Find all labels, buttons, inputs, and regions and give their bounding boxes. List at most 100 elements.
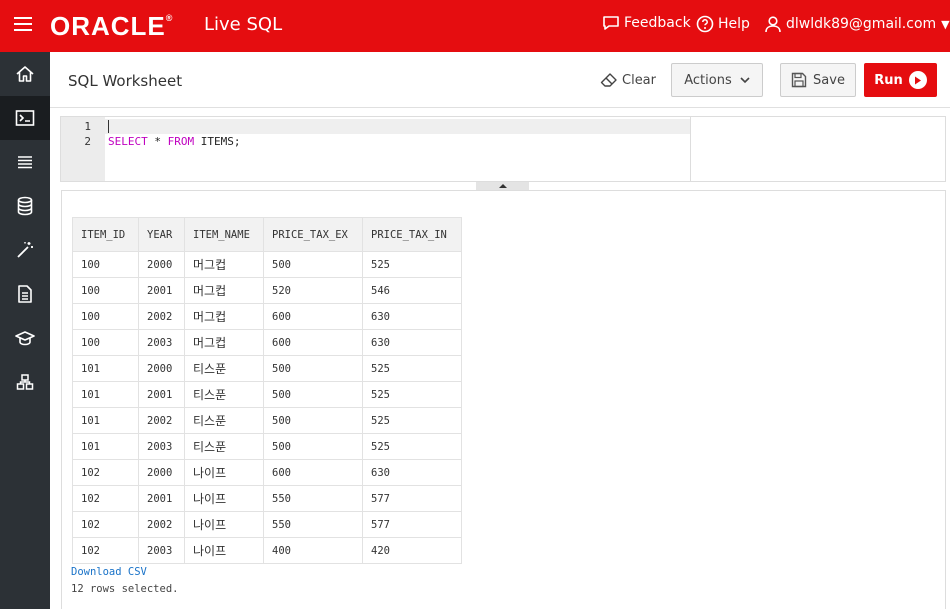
- table-cell: 600: [263, 303, 363, 330]
- eraser-icon: [600, 73, 617, 87]
- table-row: 101 2003 티스푼 500 525: [72, 433, 462, 460]
- chevron-down-icon: [740, 77, 750, 84]
- hamburger-menu-icon[interactable]: [14, 17, 32, 31]
- table-cell: 나이프: [184, 459, 264, 486]
- sidebar: [0, 52, 50, 609]
- sidebar-item-list[interactable]: [0, 140, 50, 184]
- table-cell: 100: [72, 303, 139, 330]
- help-label: Help: [718, 16, 750, 32]
- print-margin: [690, 117, 691, 181]
- sql-editor[interactable]: 1 2 SELECT * FROM ITEMS;: [60, 116, 946, 182]
- run-button[interactable]: Run: [864, 63, 937, 97]
- table-row: 100 2000 머그컵 500 525: [72, 251, 462, 278]
- download-csv-link[interactable]: Download CSV: [71, 566, 147, 578]
- table-cell: 520: [263, 277, 363, 304]
- table-cell: 525: [362, 433, 462, 460]
- oracle-logo[interactable]: ORACLE®: [50, 11, 173, 42]
- page-title: SQL Worksheet: [68, 72, 183, 90]
- clear-button[interactable]: Clear: [600, 63, 656, 97]
- feedback-label: Feedback: [624, 15, 691, 31]
- graduation-cap-icon: [15, 331, 35, 346]
- table-cell: 400: [263, 537, 363, 564]
- table-cell: 100: [72, 329, 139, 356]
- table-cell: 546: [362, 277, 462, 304]
- column-header: ITEM_ID: [72, 217, 139, 252]
- table-cell: 630: [362, 329, 462, 356]
- column-header: YEAR: [138, 217, 185, 252]
- table-cell: 630: [362, 303, 462, 330]
- home-icon: [16, 66, 34, 82]
- user-email: dlwldk89@gmail.com: [786, 16, 937, 32]
- sidebar-item-learn[interactable]: [0, 316, 50, 360]
- help-link[interactable]: Help: [696, 15, 750, 33]
- sql-worksheet-icon: [15, 110, 35, 126]
- table-cell: 2003: [138, 433, 185, 460]
- actions-button[interactable]: Actions: [671, 63, 763, 97]
- sidebar-item-database[interactable]: [0, 184, 50, 228]
- table-cell: 101: [72, 407, 139, 434]
- table-row: 100 2001 머그컵 520 546: [72, 277, 462, 304]
- table-cell: 500: [263, 251, 363, 278]
- table-row: 101 2001 티스푼 500 525: [72, 381, 462, 408]
- sidebar-item-sql-worksheet[interactable]: [0, 96, 50, 140]
- table-cell: 577: [362, 485, 462, 512]
- top-bar: ORACLE® Live SQL Feedback Help dlwldk89@…: [0, 0, 950, 52]
- table-cell: 2002: [138, 511, 185, 538]
- table-row: 102 2001 나이프 550 577: [72, 485, 462, 512]
- feedback-link[interactable]: Feedback: [602, 15, 691, 31]
- table-cell: 101: [72, 433, 139, 460]
- save-button[interactable]: Save: [780, 63, 856, 97]
- table-cell: 2002: [138, 303, 185, 330]
- column-header: PRICE_TAX_EX: [263, 217, 363, 252]
- splitter-handle[interactable]: [476, 182, 529, 190]
- document-icon: [18, 285, 32, 303]
- sidebar-item-magic[interactable]: [0, 228, 50, 272]
- active-line-highlight: [105, 119, 690, 134]
- speech-bubble-icon: [603, 16, 619, 30]
- sidebar-item-home[interactable]: [0, 52, 50, 96]
- table-row: 101 2002 티스푼 500 525: [72, 407, 462, 434]
- sql-text: ITEMS;: [194, 135, 241, 148]
- table-cell: 500: [263, 433, 363, 460]
- table-cell: 나이프: [184, 537, 264, 564]
- table-cell: 500: [263, 381, 363, 408]
- table-cell: 101: [72, 381, 139, 408]
- table-cell: 2000: [138, 459, 185, 486]
- column-header: ITEM_NAME: [184, 217, 264, 252]
- column-header: PRICE_TAX_IN: [362, 217, 462, 252]
- user-icon: [765, 16, 781, 33]
- question-circle-icon: [696, 15, 714, 33]
- clear-label: Clear: [622, 72, 656, 88]
- table-row: 102 2000 나이프 600 630: [72, 459, 462, 486]
- line-number-gutter: 1 2: [61, 117, 105, 181]
- sidebar-item-schema[interactable]: [0, 360, 50, 404]
- database-icon: [17, 196, 33, 216]
- table-cell: 티스푼: [184, 355, 264, 382]
- run-label: Run: [874, 72, 903, 88]
- caret-down-icon: ▼: [941, 17, 950, 31]
- table-cell: 102: [72, 485, 139, 512]
- table-cell: 머그컵: [184, 303, 264, 330]
- text-cursor: [108, 120, 109, 133]
- schema-icon: [16, 374, 34, 390]
- table-cell: 500: [263, 355, 363, 382]
- table-cell: 나이프: [184, 511, 264, 538]
- sidebar-item-document[interactable]: [0, 272, 50, 316]
- table-cell: 420: [362, 537, 462, 564]
- table-cell: 2001: [138, 485, 185, 512]
- table-cell: 525: [362, 355, 462, 382]
- code-line-2[interactable]: SELECT * FROM ITEMS;: [108, 134, 240, 149]
- list-icon: [18, 156, 32, 169]
- sql-keyword: SELECT: [108, 135, 148, 148]
- product-name[interactable]: Live SQL: [204, 14, 282, 35]
- save-label: Save: [813, 72, 845, 88]
- table-cell: 2003: [138, 329, 185, 356]
- table-cell: 2000: [138, 251, 185, 278]
- floppy-disk-icon: [791, 72, 807, 88]
- table-cell: 630: [362, 459, 462, 486]
- sql-keyword: FROM: [167, 135, 195, 148]
- table-cell: 102: [72, 537, 139, 564]
- user-menu[interactable]: dlwldk89@gmail.com ▼: [764, 15, 950, 33]
- play-icon: [908, 71, 927, 89]
- table-cell: 나이프: [184, 485, 264, 512]
